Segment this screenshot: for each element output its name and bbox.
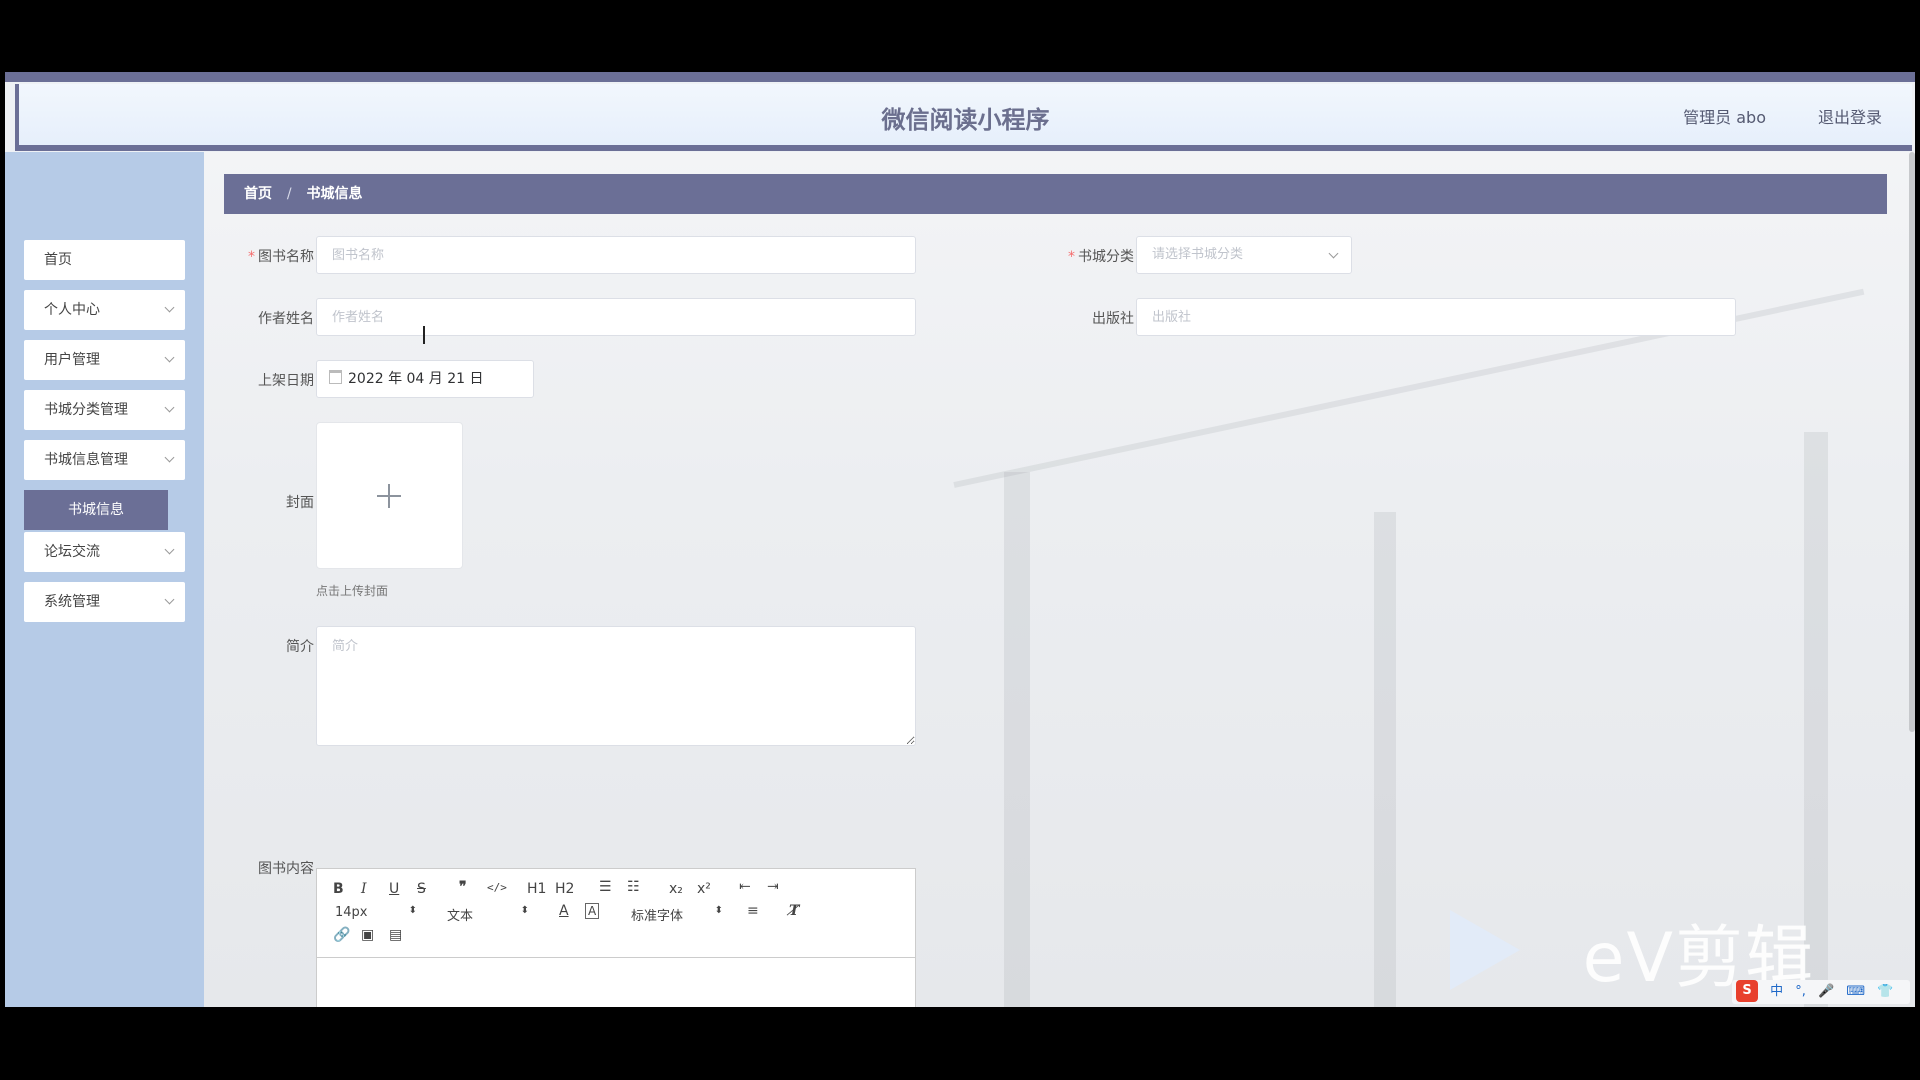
sidebar-item-category-management[interactable]: 书城分类管理 — [24, 390, 185, 430]
heading1-icon[interactable]: H1 — [527, 881, 546, 897]
sidebar-item-forum[interactable]: 论坛交流 — [24, 532, 185, 572]
sidebar-item-label: 首页 — [44, 252, 72, 268]
rich-text-editor: B I U S ❞ </> H1 H2 ☰ ☷ x₂ x² ⇤ ⇥ 14px ⬍ … — [316, 868, 916, 1007]
author-input[interactable] — [316, 298, 916, 336]
breadcrumb-separator: / — [286, 186, 292, 202]
sidebar-item-label: 用户管理 — [44, 352, 100, 368]
image-icon[interactable]: ▣ — [361, 927, 374, 943]
intro-label: 简介 — [286, 639, 314, 655]
calendar-icon — [329, 370, 342, 384]
book-name-input[interactable] — [316, 236, 916, 274]
superscript-icon[interactable]: x² — [697, 881, 711, 897]
sidebar-item-book-management[interactable]: 书城信息管理 — [24, 440, 185, 480]
shelf-date-picker[interactable]: 2022 年 04 月 21 日 — [316, 360, 534, 398]
microphone-icon[interactable]: 🎤 — [1818, 984, 1834, 999]
heading2-icon[interactable]: H2 — [555, 881, 574, 897]
cover-upload[interactable] — [316, 422, 463, 569]
font-color-icon[interactable]: A — [559, 903, 569, 919]
bullet-list-icon[interactable]: ☷ — [627, 879, 640, 895]
bold-icon[interactable]: B — [333, 881, 344, 897]
underline-icon[interactable]: U — [389, 881, 399, 897]
publisher-label: 出版社 — [1092, 311, 1134, 327]
publisher-input[interactable] — [1136, 298, 1736, 336]
sidebar-item-profile[interactable]: 个人中心 — [24, 290, 185, 330]
sidebar-subitem-book-info[interactable]: 书城信息 — [24, 490, 168, 530]
browser-viewport: 微信阅读小程序 管理员 abo 退出登录 首页 个人中心 用户管理 书城分类管理… — [5, 72, 1915, 1007]
keyboard-icon[interactable]: ⌨ — [1846, 984, 1865, 999]
text-cursor — [423, 326, 425, 344]
breadcrumb: 首页 / 书城信息 — [224, 174, 1887, 214]
chevron-down-icon — [164, 352, 175, 363]
category-select[interactable]: 请选择书城分类 — [1136, 236, 1352, 274]
editor-toolbar: B I U S ❞ </> H1 H2 ☰ ☷ x₂ x² ⇤ ⇥ 14px ⬍ … — [317, 869, 915, 958]
breadcrumb-home[interactable]: 首页 — [244, 186, 272, 202]
top-frame-bar — [5, 72, 1915, 82]
updown-icon: ⬍ — [714, 905, 723, 916]
content-label: 图书内容 — [258, 861, 314, 877]
logout-link[interactable]: 退出登录 — [1818, 104, 1882, 128]
align-icon[interactable]: ≡ — [747, 903, 759, 919]
app-title: 微信阅读小程序 — [881, 106, 1050, 134]
link-icon[interactable]: 🔗 — [333, 927, 350, 943]
sidebar-item-label: 系统管理 — [44, 594, 100, 610]
sidebar-item-users[interactable]: 用户管理 — [24, 340, 185, 380]
scrollbar[interactable] — [1909, 152, 1915, 732]
chevron-down-icon — [164, 594, 175, 605]
strikethrough-icon[interactable]: S — [417, 881, 426, 897]
ime-language-indicator[interactable]: 中 — [1770, 984, 1783, 999]
updown-icon: ⬍ — [520, 905, 529, 916]
sogou-logo-icon: S — [1736, 980, 1758, 1002]
chevron-down-icon — [1328, 248, 1339, 259]
outdent-icon[interactable]: ⇤ — [739, 879, 751, 895]
heading-select[interactable]: 文本 ⬍ — [447, 905, 529, 924]
blockquote-icon[interactable]: ❞ — [459, 879, 467, 895]
sidebar-item-label: 个人中心 — [44, 302, 100, 318]
sidebar-item-home[interactable]: 首页 — [24, 240, 185, 280]
ime-tray: S 中 °, 🎤 ⌨ 👕 ▦ — [1732, 980, 1910, 1004]
background-color-icon[interactable]: A — [585, 903, 600, 919]
video-icon[interactable]: ▤ — [389, 927, 402, 943]
sidebar-item-system[interactable]: 系统管理 — [24, 582, 185, 622]
clear-format-icon[interactable]: T̸ — [789, 903, 799, 919]
background-pole — [1004, 472, 1030, 1007]
watermark-play-icon — [1450, 910, 1520, 990]
ordered-list-icon[interactable]: ☰ — [599, 879, 612, 895]
font-family-select[interactable]: 标准字体 ⬍ — [631, 905, 723, 924]
app-header: 微信阅读小程序 管理员 abo 退出登录 — [15, 84, 1912, 151]
sidebar-item-label: 书城分类管理 — [44, 402, 128, 418]
author-label: 作者姓名 — [258, 311, 314, 327]
current-user: 管理员 abo — [1683, 108, 1766, 127]
sidebar: 首页 个人中心 用户管理 书城分类管理 书城信息管理 书城信息 论坛交流 系统管… — [5, 152, 204, 1007]
book-name-label: * 图书名称 — [248, 249, 314, 265]
shelf-date-label: 上架日期 — [258, 373, 314, 389]
cover-upload-hint: 点击上传封面 — [316, 584, 389, 598]
category-label: * 书城分类 — [1068, 249, 1134, 265]
indent-icon[interactable]: ⇥ — [767, 879, 779, 895]
intro-textarea[interactable] — [316, 626, 916, 746]
main-content: 首页 / 书城信息 *图书名称 *书城分类 请选择书城分类 作者姓名 出版社 上… — [204, 152, 1915, 1007]
chevron-down-icon — [164, 544, 175, 555]
chevron-down-icon — [164, 452, 175, 463]
cover-label: 封面 — [286, 495, 314, 511]
breadcrumb-current: 书城信息 — [306, 186, 363, 202]
chevron-down-icon — [164, 302, 175, 313]
sidebar-item-label: 书城信息管理 — [44, 452, 128, 468]
sidebar-item-label: 论坛交流 — [44, 544, 100, 560]
chevron-down-icon — [164, 402, 175, 413]
italic-icon[interactable]: I — [361, 881, 367, 897]
skin-icon[interactable]: 👕 — [1877, 984, 1893, 999]
punctuation-icon[interactable]: °, — [1795, 984, 1806, 999]
subscript-icon[interactable]: x₂ — [669, 881, 683, 897]
updown-icon: ⬍ — [408, 905, 417, 916]
font-size-select[interactable]: 14px ⬍ — [335, 905, 417, 920]
background-pole — [1374, 512, 1396, 1007]
code-icon[interactable]: </> — [487, 881, 507, 894]
